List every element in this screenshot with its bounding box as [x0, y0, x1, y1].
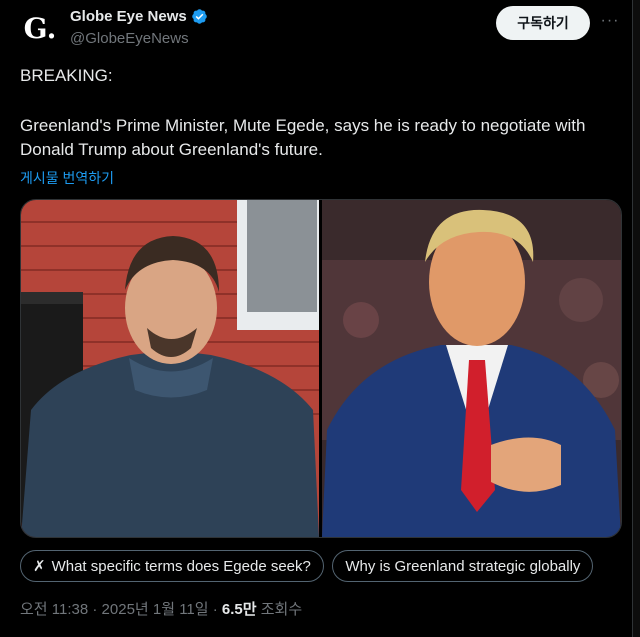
suggestion-chip-1[interactable]: ✗ What specific terms does Egede seek?	[20, 550, 324, 582]
right-photo	[322, 200, 621, 537]
avatar-logo: G.	[23, 11, 57, 45]
meta-separator: ·	[92, 601, 98, 618]
more-options-icon[interactable]: ···	[599, 10, 621, 32]
tweet-time[interactable]: 오전 11:38	[20, 601, 88, 618]
view-count: 6.5만	[221, 601, 257, 618]
author-name[interactable]: Globe Eye News	[70, 8, 187, 25]
tweet-detail: G. Globe Eye News @GlobeEyeNews 구독하기 ···…	[0, 0, 632, 637]
meta-separator: ·	[212, 601, 218, 618]
view-count-label: 조회수	[260, 601, 303, 618]
left-photo	[21, 200, 319, 537]
tweet-text: BREAKING: Greenland's Prime Minister, Mu…	[20, 64, 610, 162]
subscribe-button[interactable]: 구독하기	[496, 6, 590, 40]
translate-link[interactable]: 게시물 번역하기	[20, 168, 114, 188]
tweet-date[interactable]: 2025년 1월 11일	[102, 601, 209, 618]
suggestion-label: Why is Greenland strategic globally	[345, 557, 581, 575]
suggestion-label: What specific terms does Egede seek?	[51, 557, 311, 575]
suggestion-chip-2[interactable]: Why is Greenland strategic globally	[332, 550, 594, 582]
verified-badge-icon	[191, 9, 207, 24]
scrollbar-track[interactable]	[632, 0, 640, 637]
tweet-text-line-2: Greenland's Prime Minister, Mute Egede, …	[20, 116, 586, 159]
author-handle[interactable]: @GlobeEyeNews	[70, 30, 189, 47]
suggestion-chips: ✗ What specific terms does Egede seek? W…	[20, 550, 620, 584]
tweet-text-line-1: BREAKING:	[20, 66, 113, 85]
tweet-meta: 오전 11:38 · 2025년 1월 11일 · 6.5만 조회수	[20, 598, 302, 619]
tweet-media[interactable]	[20, 199, 622, 538]
author-avatar[interactable]: G.	[20, 8, 60, 48]
media-photo	[21, 200, 621, 537]
grok-icon: ✗	[33, 558, 46, 575]
author-name-row[interactable]: Globe Eye News	[70, 8, 208, 25]
